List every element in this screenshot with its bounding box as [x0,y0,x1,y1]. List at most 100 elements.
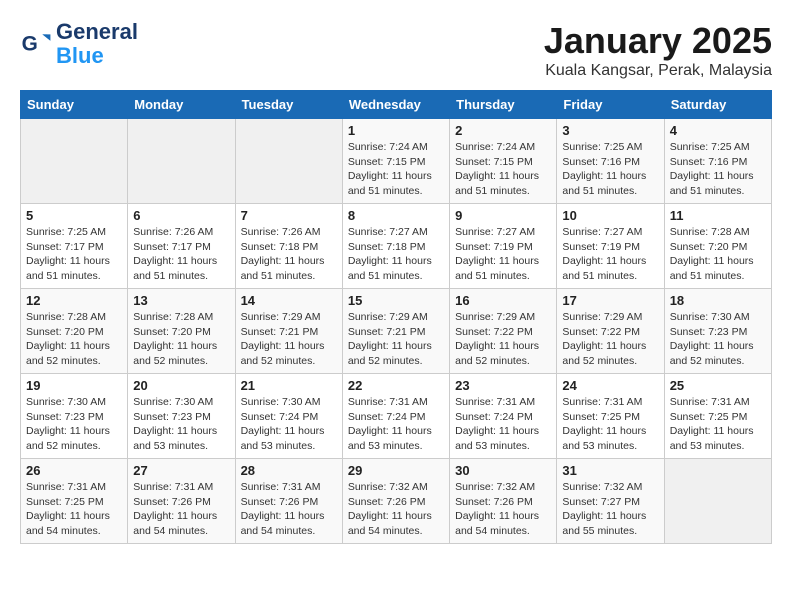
calendar-cell: 6 Sunrise: 7:26 AM Sunset: 7:17 PM Dayli… [128,204,235,289]
calendar-cell: 25 Sunrise: 7:31 AM Sunset: 7:25 PM Dayl… [664,374,771,459]
day-info: Sunrise: 7:29 AM Sunset: 7:21 PM Dayligh… [348,310,444,369]
day-info: Sunrise: 7:29 AM Sunset: 7:21 PM Dayligh… [241,310,337,369]
header-saturday: Saturday [664,91,771,119]
day-number: 4 [670,123,766,138]
day-info: Sunrise: 7:25 AM Sunset: 7:16 PM Dayligh… [562,140,658,199]
calendar-cell: 28 Sunrise: 7:31 AM Sunset: 7:26 PM Dayl… [235,459,342,544]
calendar-week-row: 19 Sunrise: 7:30 AM Sunset: 7:23 PM Dayl… [21,374,772,459]
day-number: 26 [26,463,122,478]
day-info: Sunrise: 7:30 AM Sunset: 7:24 PM Dayligh… [241,395,337,454]
calendar-cell: 11 Sunrise: 7:28 AM Sunset: 7:20 PM Dayl… [664,204,771,289]
calendar-cell: 7 Sunrise: 7:26 AM Sunset: 7:18 PM Dayli… [235,204,342,289]
day-info: Sunrise: 7:31 AM Sunset: 7:26 PM Dayligh… [241,480,337,539]
calendar-table: SundayMondayTuesdayWednesdayThursdayFrid… [20,90,772,544]
header-monday: Monday [128,91,235,119]
day-number: 23 [455,378,551,393]
day-number: 17 [562,293,658,308]
day-info: Sunrise: 7:29 AM Sunset: 7:22 PM Dayligh… [455,310,551,369]
day-info: Sunrise: 7:31 AM Sunset: 7:24 PM Dayligh… [455,395,551,454]
day-number: 18 [670,293,766,308]
day-number: 13 [133,293,229,308]
day-info: Sunrise: 7:29 AM Sunset: 7:22 PM Dayligh… [562,310,658,369]
day-number: 11 [670,208,766,223]
header-wednesday: Wednesday [342,91,449,119]
day-info: Sunrise: 7:31 AM Sunset: 7:25 PM Dayligh… [26,480,122,539]
day-number: 3 [562,123,658,138]
day-info: Sunrise: 7:32 AM Sunset: 7:26 PM Dayligh… [348,480,444,539]
day-info: Sunrise: 7:30 AM Sunset: 7:23 PM Dayligh… [26,395,122,454]
day-info: Sunrise: 7:24 AM Sunset: 7:15 PM Dayligh… [348,140,444,199]
calendar-cell: 1 Sunrise: 7:24 AM Sunset: 7:15 PM Dayli… [342,119,449,204]
calendar-cell: 8 Sunrise: 7:27 AM Sunset: 7:18 PM Dayli… [342,204,449,289]
calendar-cell: 29 Sunrise: 7:32 AM Sunset: 7:26 PM Dayl… [342,459,449,544]
day-number: 8 [348,208,444,223]
month-title: January 2025 [544,20,772,62]
calendar-cell: 4 Sunrise: 7:25 AM Sunset: 7:16 PM Dayli… [664,119,771,204]
day-info: Sunrise: 7:24 AM Sunset: 7:15 PM Dayligh… [455,140,551,199]
calendar-cell: 31 Sunrise: 7:32 AM Sunset: 7:27 PM Dayl… [557,459,664,544]
day-number: 20 [133,378,229,393]
calendar-cell: 26 Sunrise: 7:31 AM Sunset: 7:25 PM Dayl… [21,459,128,544]
day-info: Sunrise: 7:31 AM Sunset: 7:26 PM Dayligh… [133,480,229,539]
calendar-week-row: 26 Sunrise: 7:31 AM Sunset: 7:25 PM Dayl… [21,459,772,544]
calendar-cell: 15 Sunrise: 7:29 AM Sunset: 7:21 PM Dayl… [342,289,449,374]
logo: G GeneralBlue [20,20,138,68]
calendar-cell: 19 Sunrise: 7:30 AM Sunset: 7:23 PM Dayl… [21,374,128,459]
calendar-cell [664,459,771,544]
day-number: 29 [348,463,444,478]
calendar-cell [235,119,342,204]
calendar-header-row: SundayMondayTuesdayWednesdayThursdayFrid… [21,91,772,119]
day-number: 27 [133,463,229,478]
day-info: Sunrise: 7:31 AM Sunset: 7:25 PM Dayligh… [670,395,766,454]
day-info: Sunrise: 7:25 AM Sunset: 7:17 PM Dayligh… [26,225,122,284]
day-number: 2 [455,123,551,138]
calendar-cell: 23 Sunrise: 7:31 AM Sunset: 7:24 PM Dayl… [450,374,557,459]
day-info: Sunrise: 7:28 AM Sunset: 7:20 PM Dayligh… [133,310,229,369]
day-number: 30 [455,463,551,478]
title-block: January 2025 Kuala Kangsar, Perak, Malay… [544,20,772,80]
location-subtitle: Kuala Kangsar, Perak, Malaysia [544,62,772,80]
day-number: 22 [348,378,444,393]
calendar-cell: 17 Sunrise: 7:29 AM Sunset: 7:22 PM Dayl… [557,289,664,374]
calendar-cell [21,119,128,204]
calendar-cell: 3 Sunrise: 7:25 AM Sunset: 7:16 PM Dayli… [557,119,664,204]
day-info: Sunrise: 7:27 AM Sunset: 7:19 PM Dayligh… [562,225,658,284]
day-number: 7 [241,208,337,223]
day-info: Sunrise: 7:30 AM Sunset: 7:23 PM Dayligh… [670,310,766,369]
day-number: 24 [562,378,658,393]
calendar-cell: 30 Sunrise: 7:32 AM Sunset: 7:26 PM Dayl… [450,459,557,544]
day-info: Sunrise: 7:32 AM Sunset: 7:27 PM Dayligh… [562,480,658,539]
calendar-week-row: 5 Sunrise: 7:25 AM Sunset: 7:17 PM Dayli… [21,204,772,289]
logo-icon: G [20,28,52,60]
day-number: 31 [562,463,658,478]
calendar-cell: 12 Sunrise: 7:28 AM Sunset: 7:20 PM Dayl… [21,289,128,374]
calendar-cell [128,119,235,204]
calendar-week-row: 1 Sunrise: 7:24 AM Sunset: 7:15 PM Dayli… [21,119,772,204]
day-number: 21 [241,378,337,393]
day-info: Sunrise: 7:32 AM Sunset: 7:26 PM Dayligh… [455,480,551,539]
header-thursday: Thursday [450,91,557,119]
day-number: 19 [26,378,122,393]
calendar-cell: 22 Sunrise: 7:31 AM Sunset: 7:24 PM Dayl… [342,374,449,459]
calendar-week-row: 12 Sunrise: 7:28 AM Sunset: 7:20 PM Dayl… [21,289,772,374]
calendar-cell: 5 Sunrise: 7:25 AM Sunset: 7:17 PM Dayli… [21,204,128,289]
day-info: Sunrise: 7:28 AM Sunset: 7:20 PM Dayligh… [26,310,122,369]
page-header: G GeneralBlue January 2025 Kuala Kangsar… [20,20,772,80]
calendar-cell: 9 Sunrise: 7:27 AM Sunset: 7:19 PM Dayli… [450,204,557,289]
calendar-cell: 18 Sunrise: 7:30 AM Sunset: 7:23 PM Dayl… [664,289,771,374]
day-number: 16 [455,293,551,308]
day-number: 15 [348,293,444,308]
day-info: Sunrise: 7:25 AM Sunset: 7:16 PM Dayligh… [670,140,766,199]
day-number: 10 [562,208,658,223]
day-info: Sunrise: 7:30 AM Sunset: 7:23 PM Dayligh… [133,395,229,454]
day-info: Sunrise: 7:26 AM Sunset: 7:18 PM Dayligh… [241,225,337,284]
calendar-cell: 27 Sunrise: 7:31 AM Sunset: 7:26 PM Dayl… [128,459,235,544]
day-info: Sunrise: 7:28 AM Sunset: 7:20 PM Dayligh… [670,225,766,284]
calendar-cell: 14 Sunrise: 7:29 AM Sunset: 7:21 PM Dayl… [235,289,342,374]
day-number: 28 [241,463,337,478]
day-info: Sunrise: 7:26 AM Sunset: 7:17 PM Dayligh… [133,225,229,284]
calendar-cell: 10 Sunrise: 7:27 AM Sunset: 7:19 PM Dayl… [557,204,664,289]
day-info: Sunrise: 7:27 AM Sunset: 7:19 PM Dayligh… [455,225,551,284]
header-friday: Friday [557,91,664,119]
header-sunday: Sunday [21,91,128,119]
